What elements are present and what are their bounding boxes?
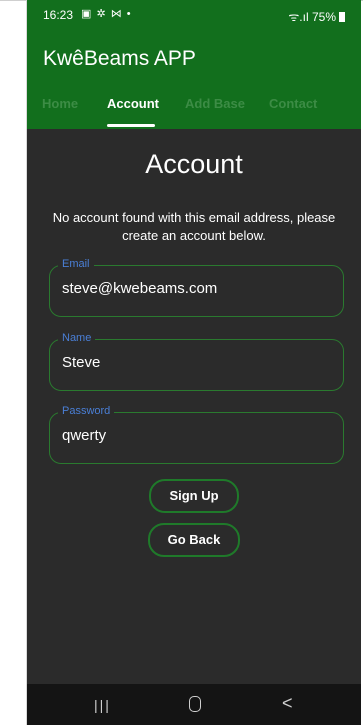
status-time: 16:23 — [43, 8, 74, 22]
signal-icon: ᯤ.ıl — [288, 10, 309, 24]
system-nav-bar: ||| < — [27, 684, 361, 725]
status-bar: 16:23 ▣ ✲ ⋈ • ᯤ.ıl 75% — [27, 0, 361, 31]
active-tab-indicator — [107, 124, 155, 127]
app-title: KwêBeams APP — [43, 47, 196, 70]
name-input[interactable] — [62, 354, 327, 371]
back-icon[interactable]: < — [282, 693, 293, 714]
password-input[interactable] — [62, 427, 327, 444]
info-message: No account found with this email address… — [52, 210, 336, 243]
notification-icons: ▣ ✲ ⋈ • — [81, 8, 132, 20]
tab-home[interactable]: Home — [42, 96, 78, 111]
name-label: Name — [58, 332, 96, 344]
phone-screen: 16:23 ▣ ✲ ⋈ • ᯤ.ıl 75% KwêBeams APP Home… — [27, 0, 361, 725]
page-title: Account — [145, 149, 243, 179]
tab-account[interactable]: Account — [107, 96, 159, 111]
tab-bar: Home Account Add Base Contact — [27, 89, 361, 129]
email-field[interactable]: Email — [49, 258, 344, 317]
app-bar: KwêBeams APP — [27, 31, 361, 89]
battery-level: 75% — [311, 10, 336, 24]
email-input[interactable] — [62, 280, 327, 297]
account-content: Account No account found with this email… — [27, 129, 361, 684]
go-back-button[interactable]: Go Back — [148, 523, 240, 557]
sign-up-button[interactable]: Sign Up — [149, 479, 239, 513]
email-label: Email — [58, 258, 94, 270]
recents-icon[interactable]: ||| — [94, 697, 111, 713]
battery-icon — [339, 12, 345, 22]
tab-add-base[interactable]: Add Base — [185, 96, 245, 111]
status-right: ᯤ.ıl 75% — [288, 8, 345, 25]
password-label: Password — [58, 405, 115, 417]
name-field[interactable]: Name — [49, 332, 344, 391]
home-icon[interactable] — [189, 696, 201, 712]
tab-contact[interactable]: Contact — [269, 96, 317, 111]
password-field[interactable]: Password — [49, 405, 344, 464]
